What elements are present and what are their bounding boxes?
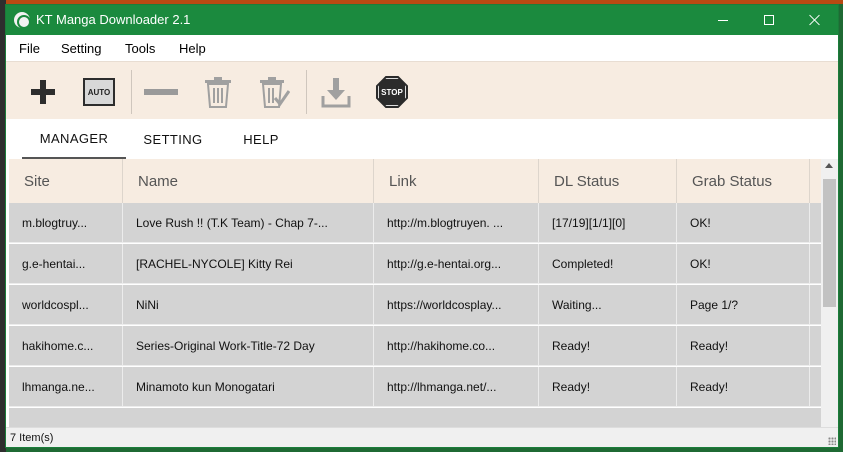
cell-grab-status: Ready! [677,367,810,407]
table-row[interactable]: g.e-hentai... [RACHEL-NYCOLE] Kitty Rei … [9,244,821,284]
tab-bar: MANAGER SETTING HELP [6,119,838,159]
cell-site: g.e-hentai... [9,244,123,284]
scroll-up-icon[interactable] [825,163,833,168]
cell-site: m.blogtruy... [9,203,123,243]
cell-dl-status: Completed! [539,244,677,284]
cell-dl-status: Ready! [539,326,677,366]
minus-icon [144,89,178,95]
vertical-scrollbar[interactable] [821,159,838,427]
download-button[interactable] [318,74,354,110]
close-icon [809,14,821,26]
auto-button[interactable]: AUTO [81,74,117,110]
column-header-grab-status[interactable]: Grab Status [677,159,810,203]
cell-site: lhmanga.ne... [9,367,123,407]
cell-link: http://lhmanga.net/... [374,367,539,407]
menu-setting[interactable]: Setting [61,41,101,56]
cell-grab-status: OK! [677,203,810,243]
menu-tools[interactable]: Tools [125,41,155,56]
cell-name: Love Rush !! (T.K Team) - Chap 7-... [123,203,374,243]
resize-grip-icon[interactable] [828,437,836,445]
download-icon [321,78,351,108]
stop-button[interactable]: STOP [374,74,410,110]
table-row[interactable]: m.blogtruy... Love Rush !! (T.K Team) - … [9,203,821,243]
cell-dl-status: Waiting... [539,285,677,325]
cell-dl-status: [17/19][1/1][0] [539,203,677,243]
cell-name: Series-Original Work-Title-72 Day [123,326,374,366]
tab-help[interactable]: HELP [220,119,302,159]
column-header-dl-status[interactable]: DL Status [539,159,677,203]
cell-name: NiNi [123,285,374,325]
menu-bar: File Setting Tools Help [6,35,838,61]
maximize-icon [764,15,774,25]
cell-grab-status: OK! [677,244,810,284]
stop-icon: STOP [376,76,408,108]
minimize-button[interactable] [700,5,746,35]
tab-manager[interactable]: MANAGER [22,119,126,159]
item-count: 7 Item(s) [10,432,54,444]
status-bar: 7 Item(s) [6,427,838,447]
menu-file[interactable]: File [19,41,40,56]
cell-name: [RACHEL-NYCOLE] Kitty Rei [123,244,374,284]
column-header-link[interactable]: Link [374,159,539,203]
app-window: KT Manga Downloader 2.1 File Setting Too… [5,4,839,448]
close-button[interactable] [792,5,838,35]
table-header: Site Name Link DL Status Grab Status [9,159,821,203]
menu-help[interactable]: Help [179,41,206,56]
cell-dl-status: Ready! [539,367,677,407]
cell-link: http://g.e-hentai.org... [374,244,539,284]
trash-check-icon [260,77,290,108]
table-row[interactable]: lhmanga.ne... Minamoto kun Monogatari ht… [9,367,821,407]
table-row[interactable]: worldcospl... NiNi https://worldcosplay.… [9,285,821,325]
delete-button[interactable] [200,74,236,110]
delete-completed-button[interactable] [256,74,292,110]
maximize-button[interactable] [746,5,792,35]
scrollbar-thumb[interactable] [823,179,836,307]
toolbar-separator [306,70,307,114]
download-table: Site Name Link DL Status Grab Status m.b… [9,159,821,427]
add-button[interactable] [25,74,61,110]
app-logo-icon [14,12,31,29]
table-row-partial[interactable] [9,408,821,427]
auto-icon: AUTO [83,78,115,106]
toolbar-separator [131,70,132,114]
column-header-name[interactable]: Name [123,159,374,203]
cell-grab-status: Page 1/? [677,285,810,325]
stop-label: STOP [378,78,406,106]
cell-link: https://worldcosplay... [374,285,539,325]
tab-setting[interactable]: SETTING [126,119,220,159]
toolbar: AUTO STOP [6,61,838,119]
plus-icon [25,74,61,110]
cell-grab-status: Ready! [677,326,810,366]
cell-link: http://hakihome.co... [374,326,539,366]
cell-name: Minamoto kun Monogatari [123,367,374,407]
cell-link: http://m.blogtruyen. ... [374,203,539,243]
window-title: KT Manga Downloader 2.1 [36,12,191,27]
cell-site: worldcospl... [9,285,123,325]
column-header-site[interactable]: Site [9,159,123,203]
cell-site: hakihome.c... [9,326,123,366]
trash-icon [205,77,231,108]
table-row[interactable]: hakihome.c... Series-Original Work-Title… [9,326,821,366]
remove-button[interactable] [143,74,179,110]
minimize-icon [718,19,728,21]
title-bar[interactable]: KT Manga Downloader 2.1 [6,5,838,35]
